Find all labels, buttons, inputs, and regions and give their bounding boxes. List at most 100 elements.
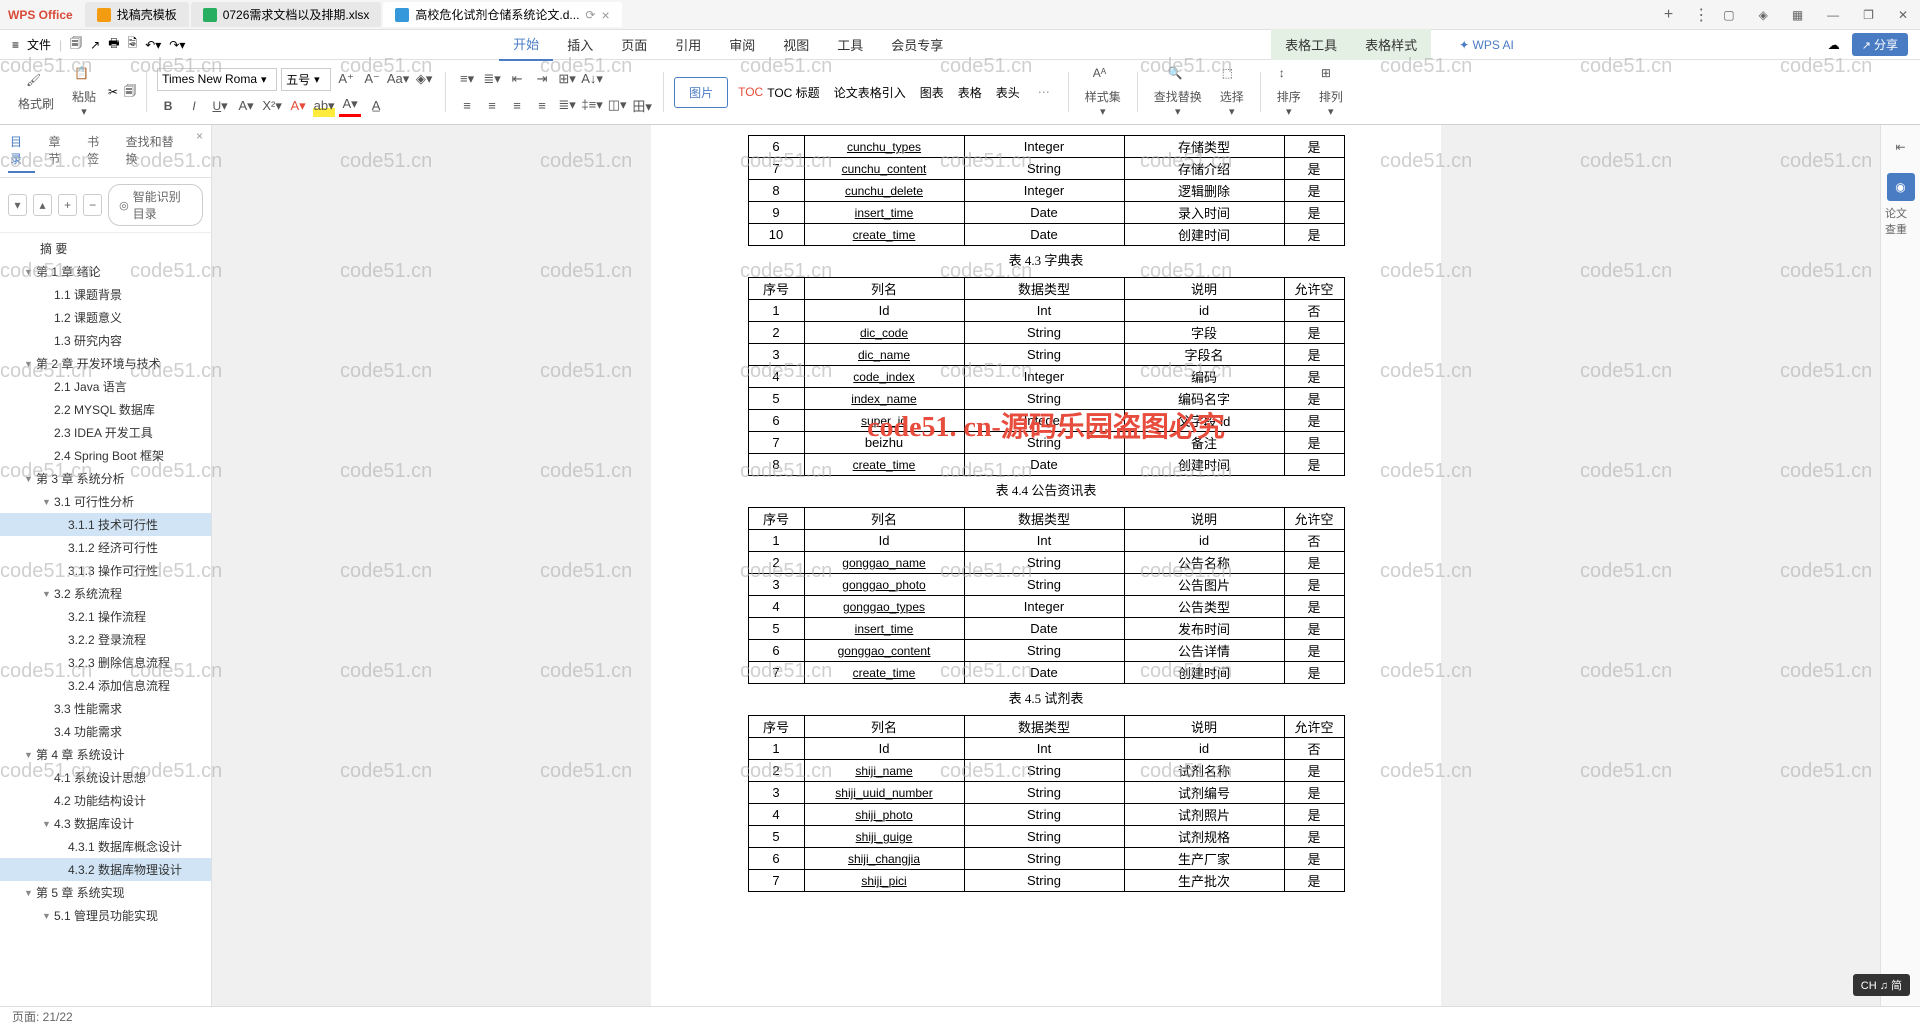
table-cell[interactable]: 否	[1284, 530, 1344, 552]
table-cell[interactable]: 是	[1284, 552, 1344, 574]
table-cell[interactable]: String	[964, 782, 1124, 804]
decrease-font-icon[interactable]: A⁻	[361, 68, 383, 90]
table-cell[interactable]: 试剂照片	[1124, 804, 1284, 826]
table-cell[interactable]: Id	[804, 300, 964, 322]
table-row[interactable]: 1IdIntid否	[748, 530, 1344, 552]
expand-icon[interactable]: ▼	[24, 888, 36, 898]
outline-item[interactable]: 4.3.2 数据库物理设计	[0, 858, 211, 881]
outline-item[interactable]: ▼3.2 系统流程	[0, 582, 211, 605]
border-icon[interactable]: 田▾	[631, 94, 653, 116]
table-cell[interactable]: 创建时间	[1124, 662, 1284, 684]
table-cell[interactable]: 是	[1284, 618, 1344, 640]
cut-icon[interactable]: ✂	[108, 85, 118, 99]
table-row[interactable]: 5shiji_guigeString试剂规格是	[748, 826, 1344, 848]
table-cell[interactable]: String	[964, 388, 1124, 410]
line-spacing-icon[interactable]: ‡≡▾	[581, 94, 603, 116]
paper-check-icon[interactable]: ◉	[1887, 173, 1915, 201]
table-cell[interactable]: Date	[964, 662, 1124, 684]
table-cell[interactable]: 是	[1284, 804, 1344, 826]
table-cell[interactable]: 1	[748, 530, 804, 552]
expand-icon[interactable]: ▼	[42, 589, 54, 599]
clear-format-icon[interactable]: ◈▾	[413, 68, 435, 90]
table-row[interactable]: 8cunchu_deleteInteger逻辑删除是	[748, 180, 1344, 202]
table-cell[interactable]: gonggao_content	[804, 640, 964, 662]
table-cell[interactable]: 编码	[1124, 366, 1284, 388]
expand-icon[interactable]: ▼	[24, 267, 36, 277]
italic-icon[interactable]: I	[183, 95, 205, 117]
outline-item[interactable]: 1.3 研究内容	[0, 329, 211, 352]
table-cell[interactable]: String	[964, 826, 1124, 848]
table-cell[interactable]: id	[1124, 738, 1284, 760]
table-cell[interactable]: 是	[1284, 180, 1344, 202]
table-cell[interactable]: gonggao_name	[804, 552, 964, 574]
table-cell[interactable]: 创建时间	[1124, 224, 1284, 246]
table-row[interactable]: 4code_indexInteger编码是	[748, 366, 1344, 388]
table-cell[interactable]: id	[1124, 530, 1284, 552]
table-cell[interactable]: 生产批次	[1124, 870, 1284, 892]
table-cell[interactable]: 是	[1284, 432, 1344, 454]
title-tab[interactable]: 找稿壳模板	[85, 2, 189, 27]
table-cell[interactable]: 1	[748, 300, 804, 322]
table-row[interactable]: 6gonggao_contentString公告详情是	[748, 640, 1344, 662]
table-cell[interactable]: 是	[1284, 454, 1344, 476]
win-icon-3[interactable]: ▦	[1788, 6, 1807, 24]
table-row[interactable]: 9insert_timeDate录入时间是	[748, 202, 1344, 224]
outline-item[interactable]: 3.2.3 删除信息流程	[0, 651, 211, 674]
table-cell[interactable]: 是	[1284, 224, 1344, 246]
outline-item[interactable]: 2.4 Spring Boot 框架	[0, 444, 211, 467]
align-center-icon[interactable]: ≡	[481, 94, 503, 116]
tab-icon[interactable]: ⊞▾	[556, 68, 578, 90]
superscript-icon[interactable]: X²▾	[261, 95, 283, 117]
ribbon-tab[interactable]: 引用	[661, 29, 715, 60]
table-cell[interactable]: shiji_pici	[804, 870, 964, 892]
distribute-icon[interactable]: ≣▾	[556, 94, 578, 116]
nav-close-icon[interactable]: ×	[196, 129, 203, 173]
outline-item[interactable]: 4.1 系统设计思想	[0, 766, 211, 789]
table-cell[interactable]: 是	[1284, 158, 1344, 180]
table-cell[interactable]: Date	[964, 454, 1124, 476]
table-cell[interactable]: 否	[1284, 300, 1344, 322]
table-cell[interactable]: 是	[1284, 136, 1344, 158]
table-cell[interactable]: 存储类型	[1124, 136, 1284, 158]
share-button[interactable]: ↗ 分享	[1852, 33, 1908, 56]
table-row[interactable]: 6cunchu_typesInteger存储类型是	[748, 136, 1344, 158]
table-row[interactable]: 5index_nameString编码名字是	[748, 388, 1344, 410]
win-icon-1[interactable]: ▢	[1719, 6, 1738, 24]
table-cell[interactable]: 是	[1284, 388, 1344, 410]
table-row[interactable]: 8create_timeDate创建时间是	[748, 454, 1344, 476]
table-ref-button[interactable]: 论文表格引入	[830, 84, 910, 101]
table-cell[interactable]: 编码名字	[1124, 388, 1284, 410]
header-button[interactable]: 表头	[992, 84, 1024, 101]
table-cell[interactable]: Integer	[964, 366, 1124, 388]
table-cell[interactable]: Int	[964, 530, 1124, 552]
table-cell[interactable]: shiji_uuid_number	[804, 782, 964, 804]
table-cell[interactable]: 是	[1284, 202, 1344, 224]
outline-item[interactable]: ▼5.1 管理员功能实现	[0, 904, 211, 927]
win-icon-2[interactable]: ◈	[1755, 6, 1772, 24]
table-cell[interactable]: 创建时间	[1124, 454, 1284, 476]
expand-icon[interactable]: ▼	[24, 474, 36, 484]
table-cell[interactable]: code_index	[804, 366, 964, 388]
file-menu[interactable]: 文件	[27, 36, 51, 53]
ribbon-tab[interactable]: 页面	[607, 29, 661, 60]
arrange-button[interactable]: ⊞排列▾	[1313, 62, 1349, 122]
title-tab[interactable]: 0726需求文档以及排期.xlsx	[191, 2, 382, 27]
table-cell[interactable]: insert_time	[804, 202, 964, 224]
ribbon-tab[interactable]: 开始	[499, 28, 553, 61]
outline-item[interactable]: 1.2 课题意义	[0, 306, 211, 329]
ribbon-tab[interactable]: 视图	[769, 29, 823, 60]
toc-style-button[interactable]: TOC TOC 标题	[734, 84, 824, 101]
table-cell[interactable]: 是	[1284, 848, 1344, 870]
table-cell[interactable]: 生产厂家	[1124, 848, 1284, 870]
table-cell[interactable]: 试剂编号	[1124, 782, 1284, 804]
redo-icon[interactable]: ↷▾	[169, 38, 185, 52]
expand-icon[interactable]: ▼	[24, 750, 36, 760]
find-replace-button[interactable]: 🔍查找替换▾	[1148, 62, 1208, 122]
table-cell[interactable]: insert_time	[804, 618, 964, 640]
table-cell[interactable]: 7	[748, 432, 804, 454]
sort-icon[interactable]: A↓▾	[581, 68, 603, 90]
table-cell[interactable]: Date	[964, 224, 1124, 246]
table-cell[interactable]: 6	[748, 848, 804, 870]
table-cell[interactable]: Integer	[964, 596, 1124, 618]
table-cell[interactable]: 2	[748, 552, 804, 574]
